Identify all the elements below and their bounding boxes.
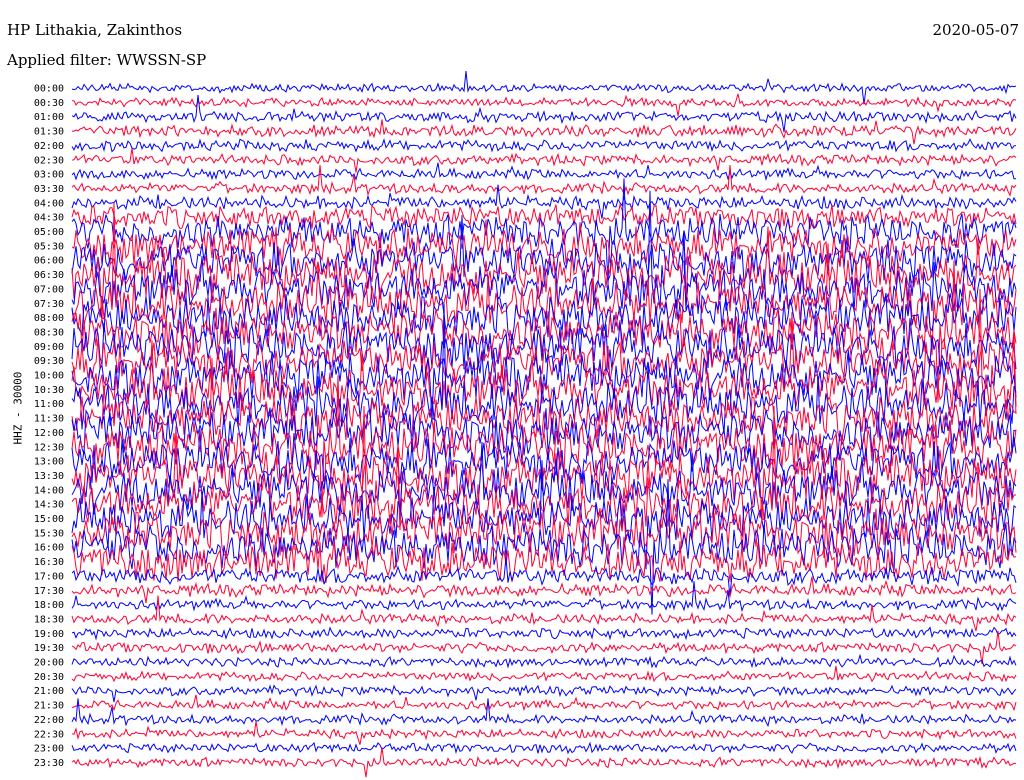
trace-1830: [71, 595, 1017, 632]
tick-label-0930: 09:30: [34, 356, 64, 367]
tick-label-0130: 01:30: [34, 127, 64, 138]
tick-label-1200: 12:00: [34, 428, 64, 439]
tick-label-2200: 22:00: [34, 715, 64, 726]
trace-2200: [71, 698, 1017, 728]
tick-label-0430: 04:30: [34, 213, 64, 224]
tick-label-1630: 16:30: [34, 557, 64, 568]
helicorder-page: HP Lithakia, Zakinthos Applied filter: W…: [0, 0, 1024, 780]
tick-label-0500: 05:00: [34, 227, 64, 238]
tick-label-0000: 00:00: [34, 84, 64, 95]
tick-label-2130: 21:30: [34, 701, 64, 712]
trace-2030: [71, 665, 1017, 683]
tick-label-1600: 16:00: [34, 543, 64, 554]
trace-1600: [71, 479, 1017, 615]
tick-label-1800: 18:00: [34, 600, 64, 611]
trace-2000: [71, 653, 1017, 669]
time-tick-labels: 00:00 00:30 01:00 01:30 02:00 02:30 03:00 03:30…: [34, 84, 64, 769]
tick-label-0630: 06:30: [34, 270, 64, 281]
tick-label-0700: 07:00: [34, 284, 64, 295]
tick-label-0600: 06:00: [34, 256, 64, 267]
tick-label-0330: 03:30: [34, 184, 64, 195]
tick-label-2330: 23:30: [34, 758, 64, 769]
tick-label-0100: 01:00: [34, 112, 64, 123]
tick-label-1100: 11:00: [34, 399, 64, 410]
tick-label-1230: 12:30: [34, 442, 64, 453]
trace-1900: [71, 626, 1017, 641]
helicorder-chart: 00:00 00:30 01:00 01:30 02:00 02:30 03:00 03:30…: [34, 71, 1017, 778]
tick-label-0730: 07:30: [34, 299, 64, 310]
tick-label-0030: 00:30: [34, 98, 64, 109]
tick-label-1000: 10:00: [34, 371, 64, 382]
tick-label-1430: 14:30: [34, 500, 64, 511]
tick-label-1130: 11:30: [34, 414, 64, 425]
tick-label-1830: 18:30: [34, 614, 64, 625]
trace-0230: [71, 148, 1017, 173]
tick-label-0200: 02:00: [34, 141, 64, 152]
tick-label-0530: 05:30: [34, 241, 64, 252]
trace-2330: [71, 747, 1017, 778]
tick-label-1930: 19:30: [34, 643, 64, 654]
tick-label-1530: 15:30: [34, 528, 64, 539]
trace-2130: [71, 694, 1017, 712]
tick-label-1300: 13:00: [34, 457, 64, 468]
tick-label-2030: 20:30: [34, 672, 64, 683]
tick-label-0230: 02:30: [34, 155, 64, 166]
trace-1800: [71, 581, 1017, 613]
tick-label-0900: 09:00: [34, 342, 64, 353]
trace-2100: [71, 684, 1017, 703]
tick-label-2000: 20:00: [34, 658, 64, 669]
trace-0300: [71, 162, 1016, 182]
trace-2300: [71, 741, 1017, 755]
tick-label-1400: 14:00: [34, 485, 64, 496]
tick-label-0830: 08:30: [34, 327, 64, 338]
tick-label-1730: 17:30: [34, 586, 64, 597]
tick-label-2100: 21:00: [34, 686, 64, 697]
tick-label-1030: 10:30: [34, 385, 64, 396]
tick-label-0300: 03:00: [34, 170, 64, 181]
tick-label-2300: 23:00: [34, 744, 64, 755]
tick-label-2230: 22:30: [34, 729, 64, 740]
tick-label-1900: 19:00: [34, 629, 64, 640]
trace-2230: [71, 721, 1017, 745]
tick-label-0800: 08:00: [34, 313, 64, 324]
tick-label-0400: 04:00: [34, 198, 64, 209]
trace-0200: [71, 138, 1017, 153]
tick-label-1500: 15:00: [34, 514, 64, 525]
tick-label-1700: 17:00: [34, 571, 64, 582]
trace-group: [71, 71, 1017, 778]
tick-label-1330: 13:30: [34, 471, 64, 482]
